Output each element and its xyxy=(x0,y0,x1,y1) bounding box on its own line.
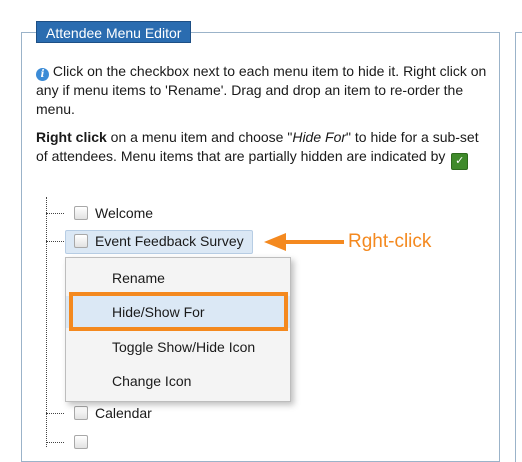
tree-item-label: Welcome xyxy=(95,205,154,221)
check-icon: ✓ xyxy=(451,153,469,170)
side-panel xyxy=(515,32,522,462)
hint-italic: Hide For xyxy=(292,129,347,145)
highlight-box xyxy=(69,292,288,331)
menu-item-change-icon[interactable]: Change Icon xyxy=(66,365,290,397)
intro-body: Click on the checkbox next to each menu … xyxy=(36,63,487,117)
tree-item-label: Event Feedback Survey xyxy=(95,233,244,249)
checkbox xyxy=(74,435,88,449)
checkbox[interactable] xyxy=(74,234,88,248)
checkbox[interactable] xyxy=(74,406,88,420)
hint-part1: on a menu item and choose " xyxy=(106,129,293,145)
arrow-left-icon xyxy=(264,233,344,251)
hint-text: Right click on a menu item and choose "H… xyxy=(36,128,488,170)
menu-item-toggle-show-hide-icon[interactable]: Toggle Show/Hide Icon xyxy=(66,331,290,363)
tree-item-label: Calendar xyxy=(95,405,152,421)
panel-title: Attendee Menu Editor xyxy=(36,21,192,43)
intro-text: i Click on the checkbox next to each men… xyxy=(36,62,488,119)
info-icon: i xyxy=(36,68,49,81)
right-click-annotation: Rght-click xyxy=(348,231,432,252)
checkbox[interactable] xyxy=(74,206,88,220)
menu-item-rename[interactable]: Rename xyxy=(66,262,290,294)
tree-connector xyxy=(46,197,47,447)
hint-bold: Right click xyxy=(36,129,107,145)
